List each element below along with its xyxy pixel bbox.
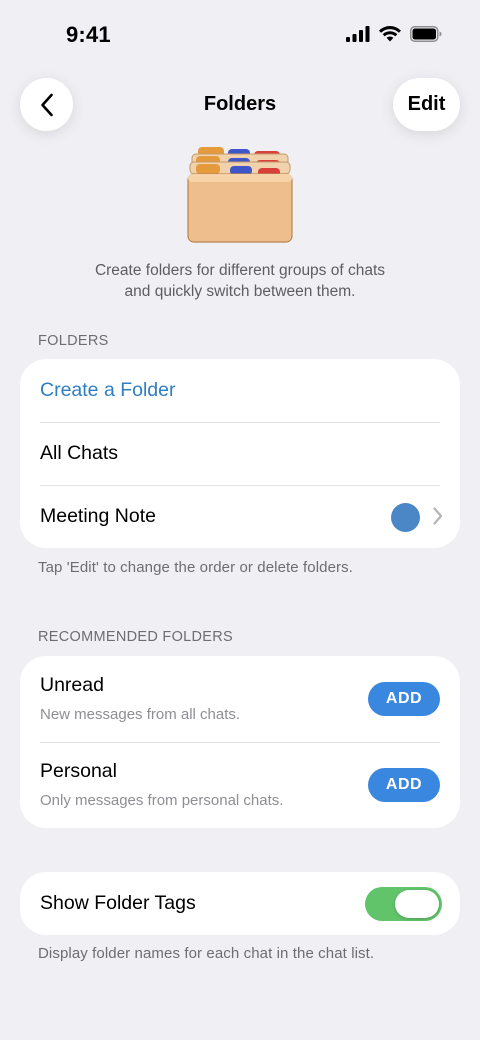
recommended-subtitle: New messages from all chats. bbox=[40, 706, 241, 723]
recommended-section-header: RECOMMENDED FOLDERS bbox=[38, 629, 234, 645]
recommended-title: Unread bbox=[40, 674, 104, 696]
show-folder-tags-row: Show Folder Tags bbox=[20, 872, 460, 935]
folder-label: Meeting Note bbox=[40, 505, 156, 527]
add-unread-button[interactable]: ADD bbox=[368, 682, 440, 716]
status-bar: 9:41 bbox=[0, 0, 480, 72]
recommended-card: Unread New messages from all chats. ADD … bbox=[20, 656, 460, 828]
folders-illustration-icon bbox=[187, 147, 293, 243]
add-personal-button[interactable]: ADD bbox=[368, 768, 440, 802]
folders-footer-note: Tap 'Edit' to change the order or delete… bbox=[38, 559, 353, 576]
toggle-knob bbox=[395, 890, 439, 918]
status-icons bbox=[346, 26, 442, 42]
recommended-title: Personal bbox=[40, 760, 117, 782]
folder-tags-card: Show Folder Tags bbox=[20, 872, 460, 935]
recommended-row-unread: Unread New messages from all chats. ADD bbox=[20, 656, 460, 742]
folder-row-all-chats[interactable]: All Chats bbox=[20, 422, 460, 485]
recommended-subtitle: Only messages from personal chats. bbox=[40, 792, 284, 809]
intro-line-2: and quickly switch between them. bbox=[124, 283, 356, 300]
folder-color-dot bbox=[391, 503, 420, 532]
folders-section-header: FOLDERS bbox=[38, 333, 109, 349]
folder-tags-footer-note: Display folder names for each chat in th… bbox=[38, 945, 375, 962]
intro-description: Create folders for different groups of c… bbox=[40, 260, 440, 302]
show-folder-tags-label: Show Folder Tags bbox=[40, 892, 196, 914]
create-folder-label: Create a Folder bbox=[40, 379, 176, 401]
folder-row-meeting-note[interactable]: Meeting Note bbox=[20, 485, 460, 548]
edit-button[interactable]: Edit bbox=[393, 78, 460, 131]
folders-screen: 9:41 Folders Edit Create folders for dif… bbox=[0, 0, 480, 1040]
create-folder-row[interactable]: Create a Folder bbox=[20, 359, 460, 422]
chevron-right-icon bbox=[433, 507, 443, 525]
show-folder-tags-toggle[interactable] bbox=[365, 887, 442, 921]
folder-label: All Chats bbox=[40, 442, 119, 464]
recommended-row-personal: Personal Only messages from personal cha… bbox=[20, 742, 460, 828]
status-time: 9:41 bbox=[66, 22, 111, 47]
folders-card: Create a Folder All Chats Meeting Note bbox=[20, 359, 460, 548]
wifi-icon bbox=[379, 26, 401, 42]
cellular-signal-icon bbox=[346, 26, 370, 42]
battery-icon bbox=[410, 26, 442, 42]
intro-line-1: Create folders for different groups of c… bbox=[94, 262, 386, 279]
